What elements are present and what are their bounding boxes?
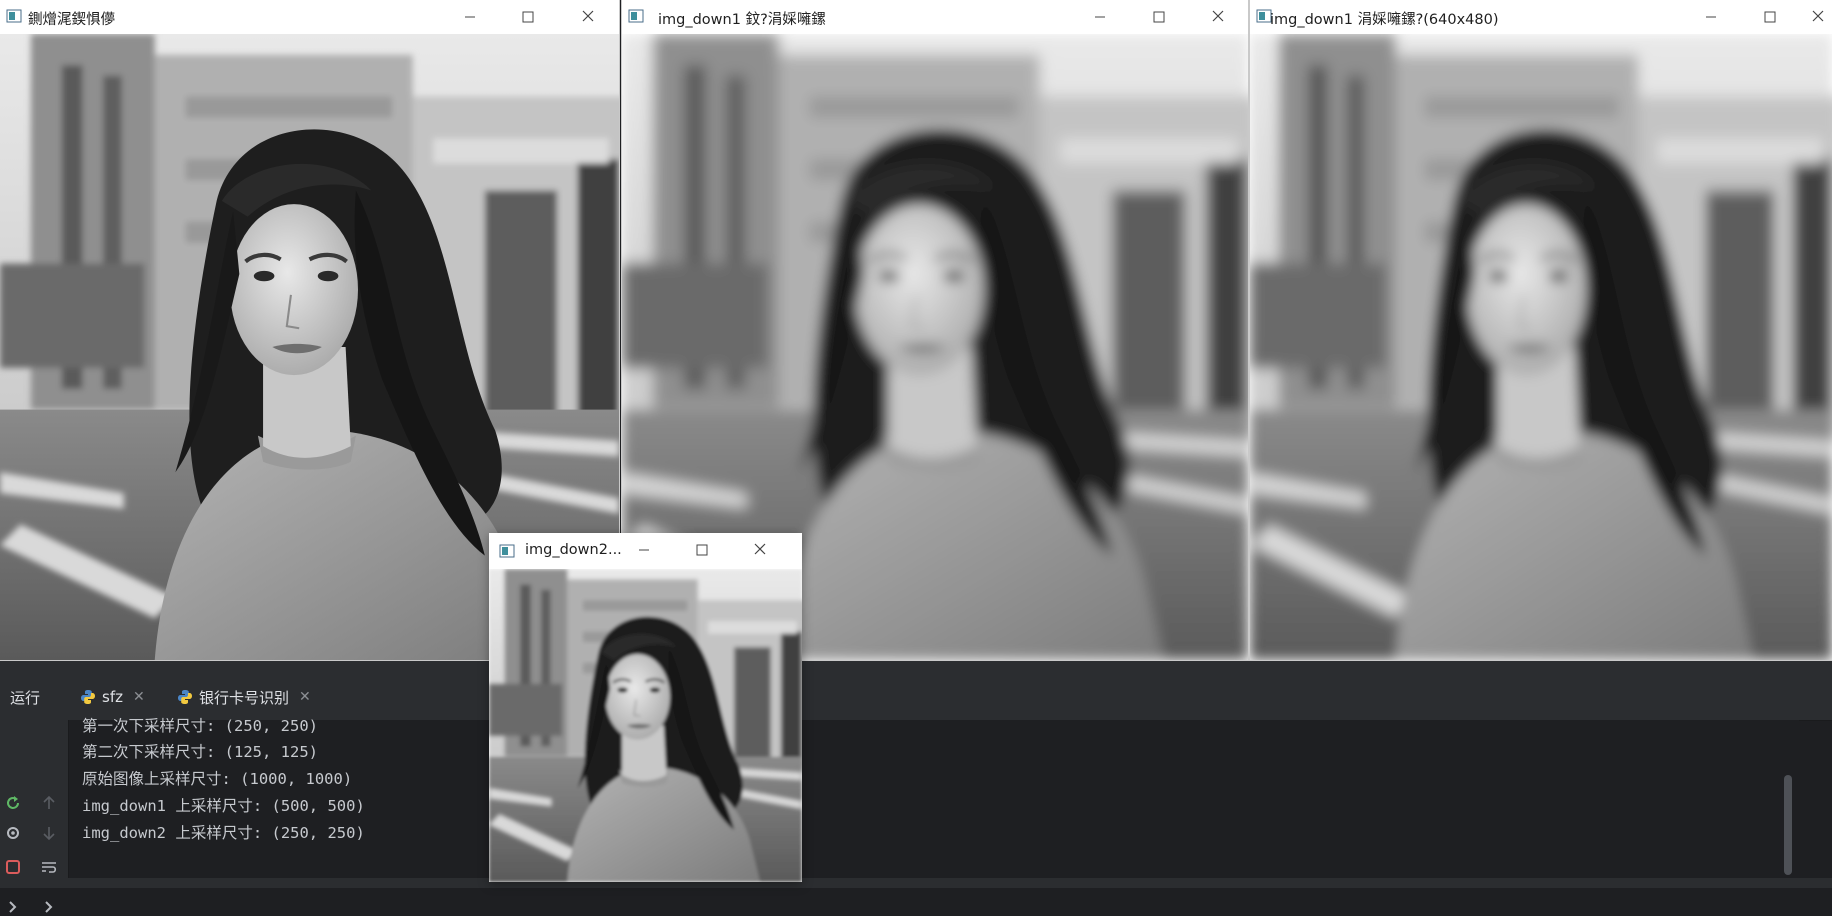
python-icon (178, 690, 192, 704)
status-bar (0, 878, 1832, 888)
window-title: img_down1 涓婇噰鏍?(640x480) (1270, 12, 1499, 28)
image-canvas (1250, 34, 1832, 660)
image-window-img-down1-640x480[interactable]: img_down1 涓婇噰鏍?(640x480) (1250, 0, 1832, 660)
app-icon (628, 9, 644, 23)
image-canvas (489, 569, 802, 882)
maximize-icon[interactable] (688, 538, 716, 562)
console-output[interactable]: 第一次下采样尺寸: (250, 250) 第二次下采样尺寸: (125, 125… (69, 717, 1799, 888)
console-line: 原始图像上采样尺寸: (1000, 1000) (82, 770, 353, 788)
close-icon[interactable] (1204, 5, 1232, 29)
console-scrollbar[interactable] (1784, 775, 1792, 875)
run-toolbar-right (30, 720, 69, 913)
window-titlebar[interactable]: img_down1 鈫?涓婇噰鏍 (622, 0, 1248, 34)
arrow-up-icon[interactable] (40, 794, 58, 812)
run-tool-window: 运行 sfz ✕ 银行卡号识别 ✕ 第一次下采样尺寸: (250, 250) 第… (0, 660, 1832, 913)
soft-wrap-icon[interactable] (40, 858, 58, 876)
run-toolbar-left (0, 720, 30, 913)
window-title: 鍘熷浘鍥惧儚 (28, 12, 115, 28)
tab-bank-card-ocr[interactable]: 银行卡号识别 ✕ (177, 686, 311, 708)
window-title: img_down1 鈫?涓婇噰鏍 (658, 12, 826, 28)
console-line: 第二次下采样尺寸: (125, 125) (82, 743, 318, 761)
stop-icon[interactable] (4, 858, 22, 876)
rerun-icon[interactable] (4, 794, 22, 812)
tab-label: 银行卡号识别 (199, 688, 290, 707)
window-titlebar[interactable]: img_down1 涓婇噰鏍?(640x480) (1250, 0, 1832, 34)
chevron-right-icon[interactable] (4, 898, 22, 916)
python-icon (81, 690, 95, 704)
app-icon (499, 544, 515, 558)
close-icon[interactable] (1804, 5, 1832, 29)
maximize-icon[interactable] (1756, 5, 1784, 29)
window-titlebar[interactable]: img_down2... (489, 533, 802, 569)
tab-sfz[interactable]: sfz ✕ (80, 686, 145, 708)
tab-label: sfz (102, 688, 123, 706)
minimize-icon[interactable] (1697, 5, 1725, 29)
maximize-icon[interactable] (1145, 5, 1173, 29)
minimize-icon[interactable] (630, 538, 658, 562)
app-icon (6, 9, 22, 23)
close-icon[interactable]: ✕ (299, 689, 311, 705)
minimize-icon[interactable] (456, 5, 484, 29)
chevron-right-icon[interactable] (40, 898, 58, 916)
close-icon[interactable]: ✕ (133, 689, 145, 705)
console-line: 第一次下采样尺寸: (250, 250) (82, 717, 318, 735)
gear-icon[interactable] (4, 824, 22, 842)
window-titlebar[interactable]: 鍘熷浘鍥惧儚 (0, 0, 619, 34)
console-line: img_down1 上采样尺寸: (500, 500) (82, 797, 365, 815)
image-window-img-down2[interactable]: img_down2... (489, 533, 802, 882)
console-line: img_down2 上采样尺寸: (250, 250) (82, 824, 365, 842)
close-icon[interactable] (746, 538, 774, 562)
editor-strip (0, 660, 1832, 675)
window-title: img_down2... (525, 542, 622, 558)
portrait-image-small (489, 569, 802, 882)
maximize-icon[interactable] (514, 5, 542, 29)
run-label: 运行 (10, 689, 41, 707)
arrow-down-icon[interactable] (40, 824, 58, 842)
close-icon[interactable] (574, 5, 602, 29)
minimize-icon[interactable] (1086, 5, 1114, 29)
portrait-image-blurred (1250, 34, 1832, 660)
